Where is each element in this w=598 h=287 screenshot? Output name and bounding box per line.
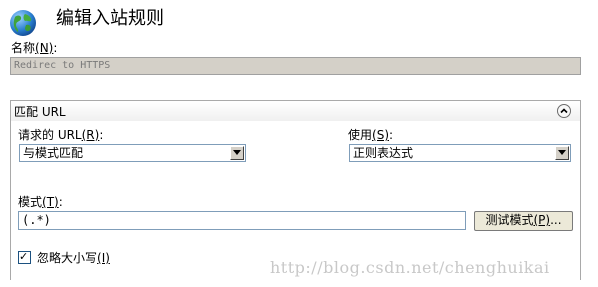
triangle-down-icon[interactable] xyxy=(555,146,569,160)
watermark-text: http://blog.csdn.net/chenghuikai xyxy=(270,258,550,277)
pattern-input[interactable]: (.*) xyxy=(18,211,466,230)
requested-url-label-text: 请求的 URL xyxy=(18,128,82,142)
name-colon: : xyxy=(53,41,58,55)
checkmark-icon: ✓ xyxy=(19,250,29,263)
requested-url-value: 与模式匹配 xyxy=(23,146,84,160)
match-url-header-label: 匹配 URL xyxy=(14,105,66,119)
ignore-case-label: 忽略大小写(I) xyxy=(37,251,110,265)
name-accel: (N) xyxy=(35,41,54,55)
using-label: 使用(S): xyxy=(348,128,393,142)
using-value: 正则表达式 xyxy=(353,146,414,160)
pattern-label-text: 模式 xyxy=(18,195,43,209)
ignore-case-accel: (I) xyxy=(97,251,110,265)
name-field[interactable]: Redirec to HTTPS xyxy=(10,57,581,75)
match-url-group-header[interactable] xyxy=(11,101,580,121)
requested-url-colon: : xyxy=(99,128,104,142)
using-accel: (S) xyxy=(372,128,389,142)
requested-url-label: 请求的 URL(R): xyxy=(18,128,103,142)
name-label: 名称(N): xyxy=(11,41,57,55)
requested-url-select[interactable]: 与模式匹配 xyxy=(19,144,246,162)
test-pattern-button[interactable]: 测试模式(P)... xyxy=(474,211,573,231)
test-pattern-accel: (P) xyxy=(533,213,551,227)
globe-icon xyxy=(8,8,38,38)
chevron-up-icon[interactable] xyxy=(557,104,571,118)
requested-url-accel: (R) xyxy=(81,128,100,142)
test-pattern-label: 测试模式 xyxy=(485,213,534,227)
using-colon: : xyxy=(389,128,394,142)
using-select[interactable]: 正则表达式 xyxy=(349,144,571,162)
pattern-accel: (T) xyxy=(42,195,59,209)
pattern-label: 模式(T): xyxy=(18,195,63,209)
dialog-title: 编辑入站规则 xyxy=(56,8,164,29)
name-label-text: 名称 xyxy=(11,41,36,55)
triangle-down-icon[interactable] xyxy=(230,146,244,160)
using-label-text: 使用 xyxy=(348,128,373,142)
pattern-colon: : xyxy=(58,195,63,209)
ignore-case-label-text: 忽略大小写 xyxy=(37,251,98,265)
test-pattern-suffix: ... xyxy=(550,213,562,227)
ignore-case-checkbox[interactable]: ✓ xyxy=(18,250,31,264)
